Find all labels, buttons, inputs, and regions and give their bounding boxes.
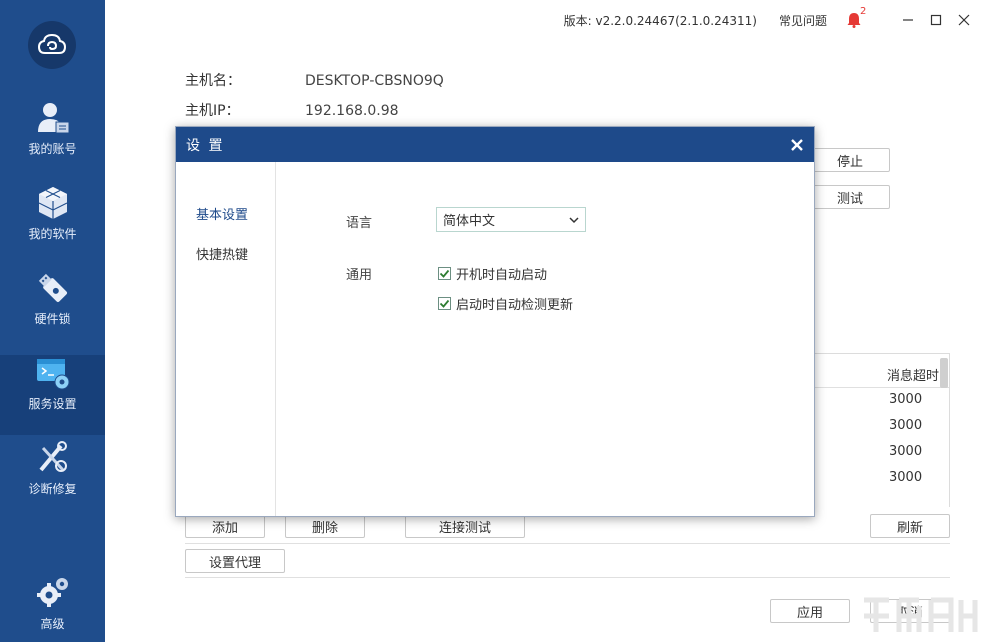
minimize-icon — [903, 19, 913, 21]
sidebar-item-label: 我的软件 — [28, 227, 77, 241]
add-button[interactable]: 添加 — [185, 514, 265, 538]
sidebar-item-diagnose-repair[interactable]: 诊断修复 — [0, 440, 105, 520]
repair-tools-icon — [38, 441, 67, 472]
table-cell-timeout: 3000 — [889, 418, 923, 433]
sidebar-item-label: 硬件锁 — [34, 312, 71, 326]
dialog-close-button[interactable] — [790, 138, 804, 152]
sidebar-item-service-settings[interactable]: 服务设置 — [0, 355, 105, 435]
sidebar-item-my-software[interactable]: 我的软件 — [0, 185, 105, 265]
title-bar: 版本: v2.2.0.24467(2.1.0.24311) 常见问题 2 — [563, 6, 971, 30]
language-select-value: 简体中文 — [443, 214, 496, 229]
close-icon — [958, 14, 970, 26]
host-ip-label: 主机IP： — [185, 103, 240, 119]
chevron-down-icon — [569, 216, 579, 223]
delete-button[interactable]: 删除 — [285, 514, 365, 538]
table-cell-timeout: 3000 — [889, 444, 923, 459]
tab-hotkeys[interactable]: 快捷热键 — [196, 244, 248, 263]
dialog-title: 设 置 — [186, 137, 225, 154]
host-name-row: 主机名： DESKTOP-CBSNO9Q — [185, 70, 444, 90]
faq-link[interactable]: 常见问题 — [779, 12, 827, 29]
minimize-button[interactable] — [901, 13, 915, 27]
tab-basic-settings[interactable]: 基本设置 — [196, 204, 248, 223]
bell-icon — [847, 13, 861, 28]
refresh-button[interactable]: 刷新 — [870, 514, 950, 538]
sidebar-item-my-account[interactable]: 我的账号 — [0, 100, 105, 180]
notification-button[interactable]: 2 — [847, 6, 866, 28]
sidebar-item-label: 我的账号 — [28, 142, 77, 156]
check-icon — [439, 269, 450, 278]
dialog-header: 设 置 — [176, 127, 814, 162]
host-ip-value: 192.168.0.98 — [305, 103, 399, 119]
dialog-sidebar: 基本设置 快捷热键 — [176, 162, 276, 516]
checkbox-label: 启动时自动检测更新 — [456, 298, 574, 313]
close-window-button[interactable] — [957, 13, 971, 27]
divider — [185, 577, 950, 578]
notification-badge: 2 — [860, 6, 867, 17]
cubes-icon — [38, 187, 67, 219]
app-logo — [28, 21, 76, 69]
sidebar-item-label: 诊断修复 — [28, 482, 77, 496]
settings-dialog: 设 置 基本设置 快捷热键 语言 简体中文 通用 开机时自动启动 启动时自动检测… — [175, 126, 815, 517]
connection-test-button[interactable]: 连接测试 — [405, 514, 525, 538]
general-label: 通用 — [346, 268, 373, 283]
host-ip-row: 主机IP： 192.168.0.98 — [185, 100, 399, 120]
host-name-value: DESKTOP-CBSNO9Q — [305, 73, 444, 89]
server-settings-icon — [36, 359, 69, 390]
host-name-label: 主机名： — [185, 73, 241, 89]
test-button[interactable]: 测试 — [810, 185, 890, 209]
gears-icon — [36, 578, 68, 607]
language-select[interactable]: 简体中文 — [436, 207, 586, 232]
close-icon — [791, 138, 803, 151]
stop-button[interactable]: 停止 — [810, 148, 890, 172]
divider — [185, 543, 950, 544]
checkbox-box[interactable] — [438, 297, 451, 310]
table-scrollbar[interactable] — [940, 358, 948, 388]
table-cell-timeout: 3000 — [889, 392, 923, 407]
checkbox-box[interactable] — [438, 267, 451, 280]
usb-key-icon — [38, 273, 67, 303]
sidebar-item-advanced[interactable]: 高级 — [0, 575, 105, 642]
set-proxy-button[interactable]: 设置代理 — [185, 549, 285, 573]
apply-button[interactable]: 应用 — [770, 599, 850, 623]
sidebar: 我的账号 我的软件 硬件锁 服务设置 诊断修复 高级 — [0, 0, 105, 642]
column-header-timeout: 消息超时 — [886, 369, 939, 384]
maximize-icon — [930, 14, 942, 26]
check-icon — [439, 299, 450, 308]
version-text: 版本: v2.2.0.24467(2.1.0.24311) — [563, 13, 757, 28]
sidebar-item-label: 服务设置 — [28, 397, 77, 411]
maximize-button[interactable] — [929, 13, 943, 27]
auto-update-checkbox[interactable]: 启动时自动检测更新 — [438, 294, 573, 313]
user-icon — [37, 103, 69, 134]
table-cell-timeout: 3000 — [889, 470, 923, 485]
auto-start-checkbox[interactable]: 开机时自动启动 — [438, 264, 547, 283]
cloud-logo-icon — [37, 33, 67, 54]
watermark-logo — [864, 597, 978, 632]
sidebar-item-label: 高级 — [40, 617, 65, 631]
checkbox-label: 开机时自动启动 — [456, 268, 548, 283]
sidebar-item-hardware-lock[interactable]: 硬件锁 — [0, 270, 105, 350]
language-label: 语言 — [346, 216, 373, 231]
